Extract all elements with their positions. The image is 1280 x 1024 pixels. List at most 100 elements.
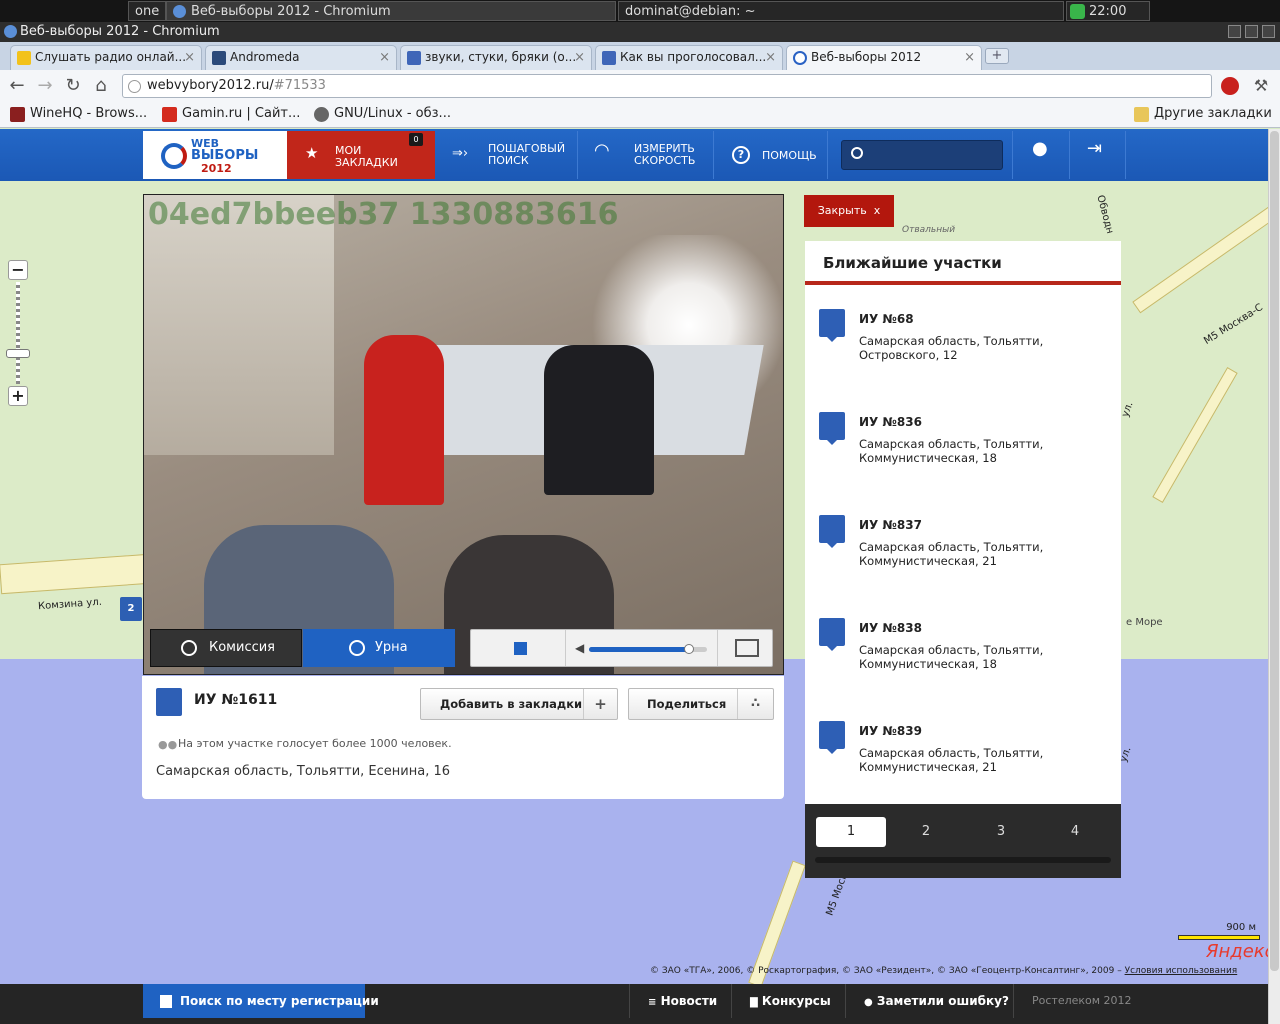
stop-button[interactable] <box>514 642 527 655</box>
pagination-scrollbar[interactable] <box>815 857 1111 863</box>
nearby-stations-panel: Ближайшие участки ИУ №68 Самарская облас… <box>805 241 1121 806</box>
station-address: Самарская область, Тольятти, Есенина, 16 <box>156 764 451 779</box>
chromium-icon <box>4 25 17 38</box>
nav-step-search[interactable]: ⇒› пошаговый поиск <box>436 131 578 179</box>
bookmark-winehq[interactable]: WineHQ - Brows... <box>10 106 147 122</box>
station-info-card: ИУ №1611 Добавить в закладки + Поделитьс… <box>142 676 784 799</box>
other-bookmarks[interactable]: Другие закладки <box>1134 106 1272 122</box>
video-wall <box>144 195 334 455</box>
andromeda-favicon-icon <box>212 51 226 65</box>
footer-news-link[interactable]: ≡ Новости <box>629 984 731 1018</box>
minimize-icon[interactable] <box>1228 25 1241 38</box>
footer-report-error-link[interactable]: ● Заметили ошибку? <box>845 984 1013 1018</box>
zoom-slider-track[interactable] <box>16 282 20 384</box>
video-player[interactable]: 04ed7bbeeb37 1330883616 <box>143 194 784 675</box>
ballot-box-icon <box>819 721 845 754</box>
map-cluster-marker[interactable]: 2 <box>120 597 142 621</box>
list-icon: ≡ <box>648 997 657 1008</box>
bar-chart-icon: ▇ <box>750 997 758 1008</box>
bookmark-gamin[interactable]: Gamin.ru | Сайт... <box>162 106 300 122</box>
maximize-icon[interactable] <box>1245 25 1258 38</box>
tab-how-voted[interactable]: Как вы проголосовал... × <box>595 45 783 70</box>
tab-webvybory[interactable]: Веб-выборы 2012 × <box>786 45 982 70</box>
close-x-icon: x <box>873 204 881 217</box>
add-bookmark-button[interactable]: Добавить в закладки + <box>420 688 618 720</box>
zoom-in-button[interactable]: + <box>8 386 28 406</box>
close-window-icon[interactable] <box>1262 25 1275 38</box>
divider <box>717 630 718 666</box>
share-icon: ∴ <box>737 689 773 719</box>
page-scrollbar[interactable] <box>1268 129 1280 1024</box>
nav-help[interactable]: ? помощь <box>714 131 828 179</box>
fullscreen-icon[interactable] <box>735 639 759 657</box>
task-terminal[interactable]: dominat@debian: ~ <box>618 1 1064 21</box>
ballot-box-icon <box>819 412 845 445</box>
share-button[interactable]: Поделиться ∴ <box>628 688 774 720</box>
back-arrow-icon[interactable]: ← <box>6 75 28 97</box>
tab-close-icon[interactable]: × <box>574 46 585 69</box>
wrench-menu-icon[interactable]: ⚒ <box>1250 75 1272 97</box>
new-tab-button[interactable]: + <box>985 48 1009 64</box>
tab-close-icon[interactable]: × <box>765 46 776 69</box>
close-panel-button[interactable]: Закрыть x <box>804 195 894 227</box>
camera-tab-urn[interactable]: Урна <box>303 629 455 667</box>
page-2-button[interactable]: 2 <box>891 817 961 847</box>
zoom-out-button[interactable]: − <box>8 260 28 280</box>
station-list-item[interactable]: ИУ №837 Самарская область, Тольятти, Комм… <box>805 495 1121 598</box>
station-list-item[interactable]: ИУ №836 Самарская область, Тольятти, Комм… <box>805 392 1121 495</box>
shield-check-icon <box>1070 4 1085 19</box>
station-list-item[interactable]: ИУ №839 Самарская область, Тольятти, Комм… <box>805 701 1121 804</box>
tab-close-icon[interactable]: × <box>184 46 195 69</box>
site-logo[interactable]: WEB ВЫБОРЫ 2012 <box>143 131 287 179</box>
folder-icon <box>1134 107 1149 122</box>
nearby-title: Ближайшие участки <box>805 241 1121 285</box>
page-1-button[interactable]: 1 <box>816 817 886 847</box>
station-list-item[interactable]: ИУ №68 Самарская область, Тольятти, Остро… <box>805 289 1121 392</box>
ballot-box-icon <box>819 309 845 342</box>
address-bar[interactable]: webvybory2012.ru/#71533 <box>122 74 1212 98</box>
nearby-pagination: 1 2 3 4 <box>805 804 1121 878</box>
tab-andromeda[interactable]: Andromeda × <box>205 45 397 70</box>
tab-sounds[interactable]: звуки, стуки, бряки (о... × <box>400 45 592 70</box>
speech-bubble-icon: ● <box>864 997 873 1008</box>
divider <box>565 630 566 666</box>
bookmark-gnulinux[interactable]: GNU/Linux - обз... <box>314 106 451 122</box>
terms-link[interactable]: Условия использования <box>1125 966 1238 976</box>
nav-measure-speed[interactable]: ◠ измерить скорость <box>578 131 714 179</box>
nav-my-bookmarks[interactable]: ★ мои закладки 0 <box>287 131 435 179</box>
volume-slider[interactable] <box>589 644 707 654</box>
home-icon[interactable]: ⌂ <box>90 75 112 97</box>
video-watermark: 04ed7bbeeb37 1330883616 <box>148 197 619 232</box>
tab-close-icon[interactable]: × <box>964 46 975 69</box>
speedometer-icon: ◠ <box>594 140 610 161</box>
system-clock[interactable]: 22:00 <box>1066 1 1150 21</box>
logout-button[interactable]: ⇥ <box>1070 131 1126 179</box>
scale-bar <box>1178 935 1260 940</box>
reload-icon[interactable]: ↻ <box>62 75 84 97</box>
page-3-button[interactable]: 3 <box>966 817 1036 847</box>
adblock-icon[interactable] <box>1219 75 1241 97</box>
scrollbar-thumb[interactable] <box>1270 131 1279 971</box>
registration-search-button[interactable]: Поиск по месту регистрации <box>143 984 379 1018</box>
folder-favicon-icon <box>17 51 31 65</box>
site-search-input[interactable] <box>841 140 1003 170</box>
player-controls: ◀ <box>470 629 773 667</box>
user-profile-button[interactable]: ● <box>1012 131 1070 179</box>
tab-close-icon[interactable]: × <box>379 46 390 69</box>
plus-icon: + <box>583 689 617 719</box>
workspace-switcher[interactable]: one <box>128 1 166 21</box>
task-chromium[interactable]: Веб-выборы 2012 - Chromium <box>166 1 616 21</box>
volume-knob[interactable] <box>684 644 695 654</box>
camera-icon <box>349 640 365 656</box>
page-4-button[interactable]: 4 <box>1040 817 1110 847</box>
ballot-icon <box>160 995 172 1008</box>
volume-icon[interactable]: ◀ <box>575 641 584 655</box>
camera-tab-commission[interactable]: Комиссия <box>150 629 302 667</box>
tab-radio[interactable]: Слушать радио онлай... × <box>10 45 202 70</box>
page-favicon-icon <box>602 51 616 65</box>
yandex-logo[interactable]: Яндекс <box>1206 941 1268 962</box>
forward-arrow-icon[interactable]: → <box>34 75 56 97</box>
footer-contests-link[interactable]: ▇ Конкурсы <box>731 984 845 1018</box>
station-list-item[interactable]: ИУ №838 Самарская область, Тольятти, Комм… <box>805 598 1121 701</box>
zoom-slider-handle[interactable] <box>6 349 30 358</box>
